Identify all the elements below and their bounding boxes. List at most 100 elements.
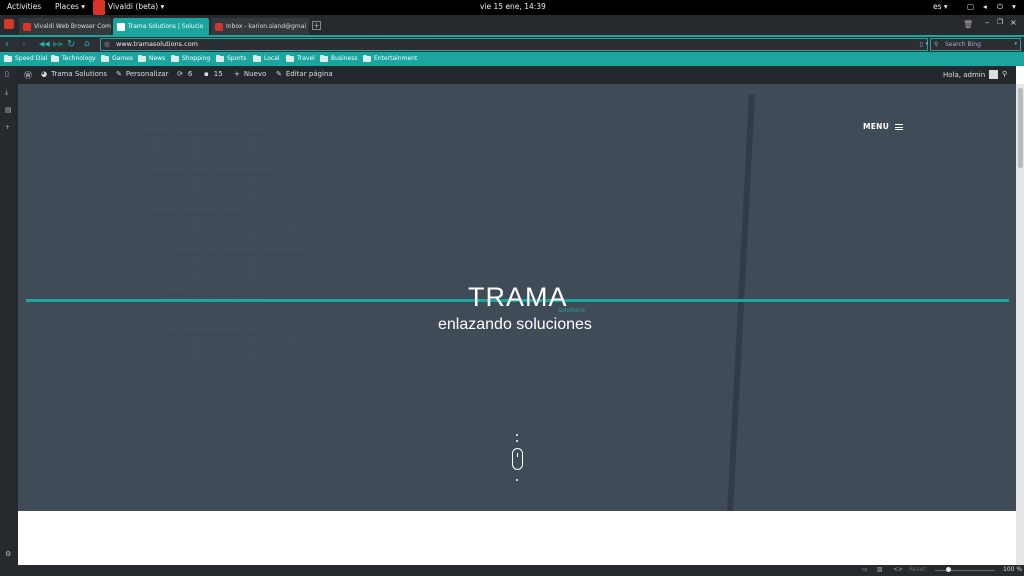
bookmark-shopping[interactable]: Shopping (171, 54, 211, 62)
wp-customize-link[interactable]: ✎ Personalizar (116, 70, 168, 78)
back-icon[interactable]: ‹ (5, 38, 9, 51)
notes-icon[interactable]: ▤ (5, 106, 12, 114)
fast-forward-icon[interactable]: ▶▶ (53, 38, 64, 51)
folder-icon (101, 54, 109, 62)
bookmark-label: Entertainment (374, 55, 418, 62)
restore-icon[interactable]: ❐ (997, 18, 1003, 26)
scroll-dot (516, 440, 518, 442)
wp-site-link[interactable]: ◕ Trama Solutions (41, 70, 107, 78)
zoom-level: 100 % (1003, 566, 1023, 573)
tab-vivaldi[interactable]: Vivaldi Web Browser Com (19, 18, 111, 35)
tab-trama[interactable]: Trama Solutions | Solucio (113, 18, 209, 35)
bookmark-travel[interactable]: Travel (286, 54, 315, 62)
add-panel-icon[interactable]: + (5, 124, 10, 131)
volume-icon[interactable]: ◂ (983, 2, 987, 11)
code-background: ······ ····· ········ ········ ········ … (134, 116, 307, 362)
rewind-icon[interactable]: ◀◀ (39, 38, 50, 51)
updates-icon: ⟳ (177, 70, 183, 78)
language-indicator[interactable]: es ▾ (933, 2, 948, 11)
bookmark-label: Business (331, 55, 358, 62)
bookmarks-panel-icon[interactable]: ▯ (5, 70, 9, 78)
wp-new-link[interactable]: + Nuevo (234, 70, 266, 78)
home-icon[interactable]: ⌂ (84, 38, 90, 51)
wordpress-logo-icon[interactable]: Ⓦ (24, 70, 32, 81)
wp-edit-page-link[interactable]: ✎ Editar página (276, 70, 333, 78)
wp-account-link[interactable]: Hola, admin (943, 70, 999, 79)
folder-icon (4, 54, 12, 62)
scrollbar-thumb[interactable] (1018, 88, 1023, 168)
trama-logo[interactable]: TRAMA (468, 282, 568, 313)
logo-subtitle: solutions (558, 307, 585, 314)
bookmark-business[interactable]: Business (320, 54, 358, 62)
menu-label: MENU (863, 122, 890, 131)
clock[interactable]: vie 15 ene, 14:39 (480, 2, 546, 11)
vivaldi-menu-icon[interactable] (4, 19, 14, 29)
places-menu[interactable]: Places ▾ (55, 2, 85, 11)
search-input[interactable]: ⚲ Search Bing ▾ (930, 38, 1021, 51)
avatar (989, 70, 999, 79)
app-menu[interactable]: Vivaldi (beta) ▾ (108, 2, 164, 11)
folder-icon (363, 54, 371, 62)
close-icon[interactable]: × (1010, 18, 1017, 27)
vivaldi-favicon-icon (23, 22, 31, 31)
hero-section: ······ ····· ········ ········ ········ … (18, 84, 1016, 511)
bookmark-sports[interactable]: Sports (216, 54, 247, 62)
navigation-bar: ‹ › ◀◀ ▶▶ ↻ ⌂ ◎ www.tramasolutions.com ▯… (0, 35, 1024, 52)
chevron-down-icon[interactable]: ▾ (1012, 2, 1016, 11)
bookmark-news[interactable]: News (138, 54, 165, 62)
new-label: Nuevo (243, 70, 267, 78)
tab-inbox[interactable]: Inbox - karion.siand@gmai (211, 18, 309, 35)
chevron-down-icon[interactable]: ▾ (1014, 39, 1017, 50)
screen-icon[interactable]: ▢ (967, 2, 974, 11)
bookmark-label: Sports (227, 55, 247, 62)
bookmark-technology[interactable]: Technology (51, 54, 96, 62)
power-icon[interactable]: ⏻ (997, 2, 1003, 12)
site-menu-button[interactable]: MENU (863, 122, 904, 131)
globe-icon: ◎ (104, 40, 110, 48)
greeting-label: Hola, admin (943, 70, 986, 79)
bookmark-label: Travel (297, 55, 315, 62)
folder-icon (171, 54, 179, 62)
tab-label: Inbox - karion.siand@gmai (226, 23, 307, 30)
site-name: Trama Solutions (51, 70, 108, 78)
zoom-slider[interactable] (935, 570, 995, 571)
image-icon[interactable]: ▨ (877, 566, 883, 573)
edit-label: Editar página (285, 70, 333, 78)
wp-comments-link[interactable]: ▪ 15 (204, 70, 223, 78)
minimize-icon[interactable]: – (985, 18, 989, 27)
zoom-slider-handle[interactable] (946, 567, 951, 572)
reset-label[interactable]: Reset (909, 566, 926, 573)
content-area (18, 511, 1016, 565)
bookmark-games[interactable]: Games (101, 54, 133, 62)
tab-label: Vivaldi Web Browser Com (34, 23, 111, 30)
scroll-mouse-icon[interactable] (512, 448, 523, 470)
downloads-icon[interactable]: ⤓ (5, 88, 8, 97)
code-icon[interactable]: <> (893, 566, 903, 573)
app-name-label: Vivaldi (beta) (108, 2, 159, 11)
new-tab-button[interactable]: + (312, 21, 321, 30)
folder-icon (138, 54, 146, 62)
bookmark-local[interactable]: Local (253, 54, 280, 62)
trash-icon[interactable]: 🗑 (963, 20, 973, 29)
folder-icon (320, 54, 328, 62)
tab-bar: Vivaldi Web Browser Com Trama Solutions … (0, 15, 1024, 35)
bookmark-label: Local (264, 55, 280, 62)
search-icon[interactable]: ⚲ (1002, 70, 1007, 78)
search-placeholder: Search Bing (945, 41, 981, 48)
wp-admin-bar: Ⓦ ◕ Trama Solutions ✎ Personalizar ⟳ 6 ▪ 15 … (18, 66, 1016, 84)
wp-updates-link[interactable]: ⟳ 6 (177, 70, 192, 78)
page-actions-icon[interactable]: ▭ (862, 566, 868, 573)
address-bar[interactable]: ◎ www.tramasolutions.com ▯ ▾ (100, 38, 928, 51)
updates-count: 6 (187, 70, 193, 78)
bookmark-entertainment[interactable]: Entertainment (363, 54, 418, 62)
chevron-down-icon[interactable]: ▾ (925, 39, 928, 50)
side-panel: ▯ ⤓ ▤ + ⚙ (0, 66, 18, 576)
reload-icon[interactable]: ↻ (67, 38, 75, 51)
bookmark-speed-dial[interactable]: Speed Dial (4, 54, 47, 62)
activities-button[interactable]: Activities (7, 2, 41, 11)
bookmark-label: Shopping (182, 55, 211, 62)
bookmark-icon[interactable]: ▯ (919, 39, 923, 50)
forward-icon[interactable]: › (22, 38, 26, 51)
comment-icon: ▪ (204, 70, 209, 78)
settings-gear-icon[interactable]: ⚙ (5, 550, 11, 558)
